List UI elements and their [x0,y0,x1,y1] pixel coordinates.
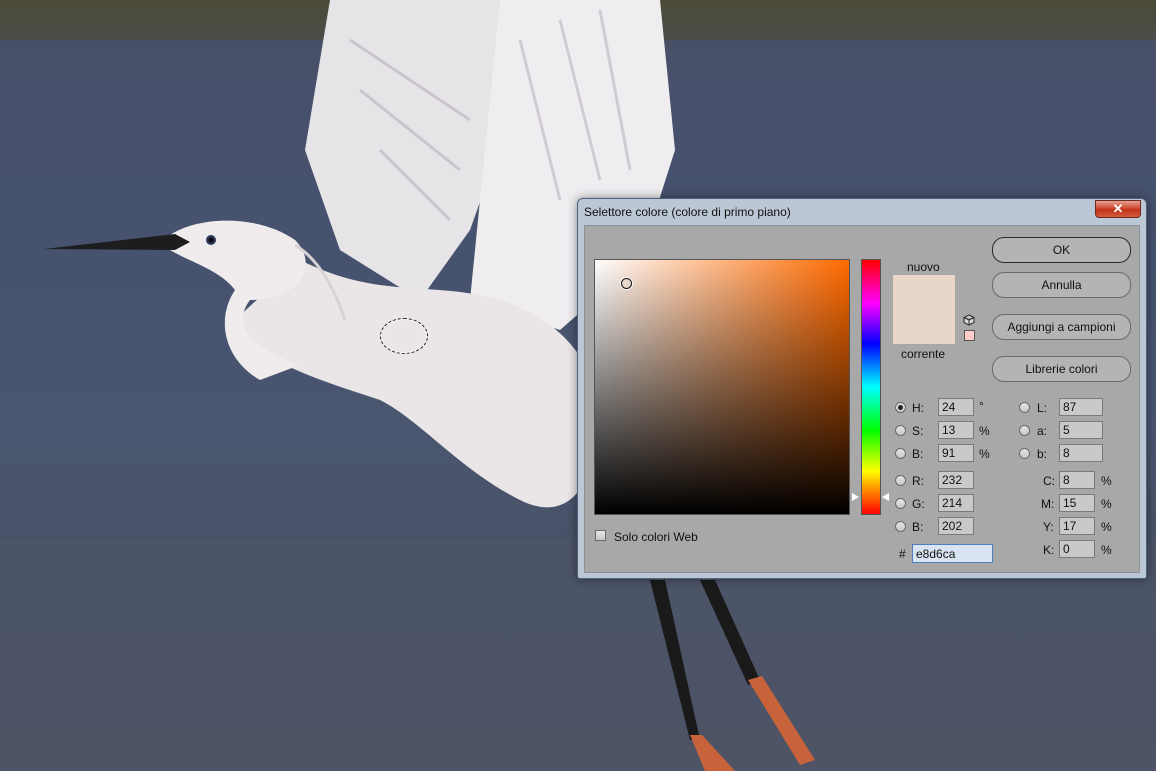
dialog-title: Selettore colore (colore di primo piano) [584,205,791,219]
close-icon: ✕ [1112,201,1124,216]
color-libraries-button[interactable]: Librerie colori [992,356,1131,382]
radio-green[interactable] [895,498,906,509]
hue-slider-left-arrow-icon[interactable] [852,493,859,501]
close-button[interactable]: ✕ [1095,200,1141,218]
radio-hue[interactable] [895,402,906,413]
radio-brightness[interactable] [895,448,906,459]
radio-saturation[interactable] [895,425,906,436]
saturation-unit: % [979,424,990,438]
current-color-swatch[interactable] [893,309,955,344]
out-of-web-gamut-cube-icon[interactable] [963,314,975,326]
radio-lab-a[interactable] [1019,425,1030,436]
elliptical-selection-marquee [380,318,428,354]
hue-slider[interactable] [861,259,881,515]
web-safe-color-swatch[interactable] [964,330,975,341]
hue-label: H: [912,401,924,415]
hue-slider-right-arrow-icon[interactable] [882,493,889,501]
new-color-label: nuovo [907,260,940,274]
web-colors-only-label: Solo colori Web [614,530,698,544]
brightness-input[interactable] [938,444,974,462]
lab-l-input[interactable] [1059,398,1103,416]
brightness-label: B: [912,447,924,461]
magenta-label: M: [1041,497,1055,511]
brightness-unit: % [979,447,990,461]
cyan-input[interactable] [1059,471,1095,489]
radio-lab-b[interactable] [1019,448,1030,459]
new-color-swatch [893,275,955,309]
green-label: G: [912,497,925,511]
color-picker-ring-icon[interactable] [621,278,632,289]
black-input[interactable] [1059,540,1095,558]
magenta-input[interactable] [1059,494,1095,512]
yellow-input[interactable] [1059,517,1095,535]
web-colors-only-checkbox[interactable] [595,530,606,541]
red-label: R: [912,474,924,488]
radio-red[interactable] [895,475,906,486]
yellow-unit: % [1101,520,1112,534]
lab-b-input[interactable] [1059,444,1103,462]
dialog-titlebar[interactable]: Selettore colore (colore di primo piano)… [578,199,1146,225]
lab-b-label: b: [1037,447,1048,461]
saturation-input[interactable] [938,421,974,439]
radio-lab-l[interactable] [1019,402,1030,413]
black-unit: % [1101,543,1112,557]
red-input[interactable] [938,471,974,489]
yellow-label: Y: [1043,520,1054,534]
hex-input[interactable] [912,544,993,563]
current-color-label: corrente [901,347,946,361]
lab-a-input[interactable] [1059,421,1103,439]
hex-label: # [899,547,906,561]
cyan-label: C: [1043,474,1055,488]
green-input[interactable] [938,494,974,512]
hue-unit: ° [979,399,984,413]
black-label: K: [1043,543,1055,557]
cancel-button[interactable]: Annulla [992,272,1131,298]
lab-a-label: a: [1037,424,1048,438]
saturation-label: S: [912,424,924,438]
lab-l-label: L: [1037,401,1048,415]
hue-input[interactable] [938,398,974,416]
add-to-swatches-button[interactable]: Aggiungi a campioni [992,314,1131,340]
ok-button[interactable]: OK [992,237,1131,263]
blue-label: B: [912,520,924,534]
saturation-brightness-field[interactable] [594,259,850,515]
cyan-unit: % [1101,474,1112,488]
magenta-unit: % [1101,497,1112,511]
radio-blue[interactable] [895,521,906,532]
blue-input[interactable] [938,517,974,535]
